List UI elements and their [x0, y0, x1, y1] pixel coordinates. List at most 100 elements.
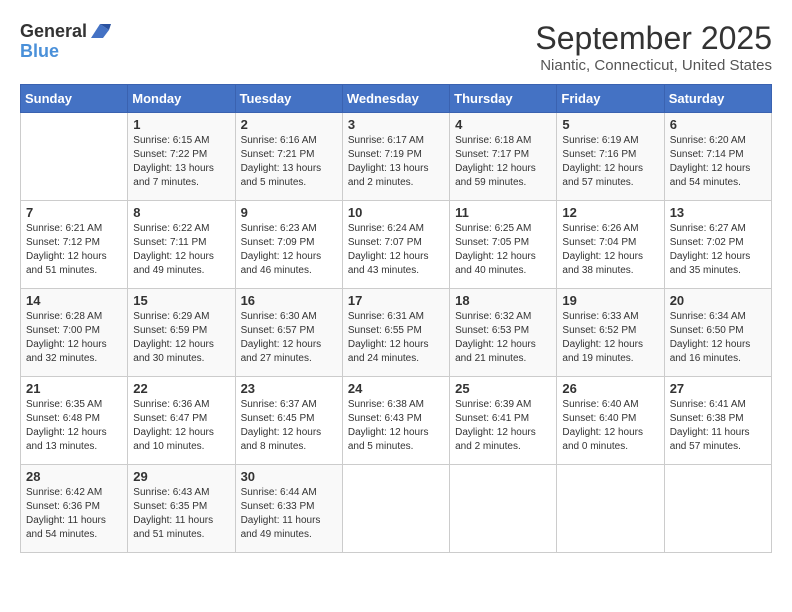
day-info: Sunrise: 6:21 AMSunset: 7:12 PMDaylight:… [26, 222, 122, 278]
day-number: 9 [241, 205, 337, 220]
day-info: Sunrise: 6:26 AMSunset: 7:04 PMDaylight:… [562, 222, 658, 278]
calendar-body: 1 Sunrise: 6:15 AMSunset: 7:22 PMDaylight… [21, 113, 772, 553]
day-number: 28 [26, 469, 122, 484]
day-info: Sunrise: 6:31 AMSunset: 6:55 PMDaylight:… [348, 310, 444, 366]
day-number: 24 [348, 381, 444, 396]
calendar-day-cell: 24 Sunrise: 6:38 AMSunset: 6:43 PMDayligh… [342, 377, 449, 465]
calendar-day-cell: 10 Sunrise: 6:24 AMSunset: 7:07 PMDayligh… [342, 201, 449, 289]
calendar-week-row: 28 Sunrise: 6:42 AMSunset: 6:36 PMDayligh… [21, 465, 772, 553]
day-number: 15 [133, 293, 229, 308]
day-info: Sunrise: 6:38 AMSunset: 6:43 PMDaylight:… [348, 398, 444, 454]
day-number: 29 [133, 469, 229, 484]
day-info: Sunrise: 6:35 AMSunset: 6:48 PMDaylight:… [26, 398, 122, 454]
day-number: 16 [241, 293, 337, 308]
day-info: Sunrise: 6:41 AMSunset: 6:38 PMDaylight:… [670, 398, 766, 454]
calendar-day-cell: 17 Sunrise: 6:31 AMSunset: 6:55 PMDayligh… [342, 289, 449, 377]
day-info: Sunrise: 6:28 AMSunset: 7:00 PMDaylight:… [26, 310, 122, 366]
day-of-week-header: Friday [557, 85, 664, 113]
calendar-day-cell: 13 Sunrise: 6:27 AMSunset: 7:02 PMDayligh… [664, 201, 771, 289]
day-of-week-header: Wednesday [342, 85, 449, 113]
day-number: 4 [455, 117, 551, 132]
day-number: 14 [26, 293, 122, 308]
day-number: 2 [241, 117, 337, 132]
day-number: 5 [562, 117, 658, 132]
calendar-day-cell: 25 Sunrise: 6:39 AMSunset: 6:41 PMDayligh… [450, 377, 557, 465]
calendar-day-cell [342, 465, 449, 553]
calendar-day-cell: 4 Sunrise: 6:18 AMSunset: 7:17 PMDaylight… [450, 113, 557, 201]
day-number: 22 [133, 381, 229, 396]
day-info: Sunrise: 6:32 AMSunset: 6:53 PMDaylight:… [455, 310, 551, 366]
logo-blue: Blue [20, 41, 59, 61]
day-number: 18 [455, 293, 551, 308]
calendar-header-row: SundayMondayTuesdayWednesdayThursdayFrid… [21, 85, 772, 113]
day-number: 7 [26, 205, 122, 220]
calendar-day-cell: 21 Sunrise: 6:35 AMSunset: 6:48 PMDayligh… [21, 377, 128, 465]
day-info: Sunrise: 6:20 AMSunset: 7:14 PMDaylight:… [670, 134, 766, 190]
day-info: Sunrise: 6:44 AMSunset: 6:33 PMDaylight:… [241, 486, 337, 542]
calendar-day-cell: 30 Sunrise: 6:44 AMSunset: 6:33 PMDayligh… [235, 465, 342, 553]
day-number: 10 [348, 205, 444, 220]
day-info: Sunrise: 6:39 AMSunset: 6:41 PMDaylight:… [455, 398, 551, 454]
calendar-day-cell [450, 465, 557, 553]
day-info: Sunrise: 6:24 AMSunset: 7:07 PMDaylight:… [348, 222, 444, 278]
calendar-week-row: 7 Sunrise: 6:21 AMSunset: 7:12 PMDaylight… [21, 201, 772, 289]
day-info: Sunrise: 6:29 AMSunset: 6:59 PMDaylight:… [133, 310, 229, 366]
day-of-week-header: Saturday [664, 85, 771, 113]
day-info: Sunrise: 6:43 AMSunset: 6:35 PMDaylight:… [133, 486, 229, 542]
calendar-day-cell: 9Sunrise: 6:23 AMSunset: 7:09 PMDaylight… [235, 201, 342, 289]
calendar-day-cell: 23Sunrise: 6:37 AMSunset: 6:45 PMDayligh… [235, 377, 342, 465]
calendar-day-cell: 5 Sunrise: 6:19 AMSunset: 7:16 PMDaylight… [557, 113, 664, 201]
calendar-day-cell: 19 Sunrise: 6:33 AMSunset: 6:52 PMDayligh… [557, 289, 664, 377]
day-info: Sunrise: 6:34 AMSunset: 6:50 PMDaylight:… [670, 310, 766, 366]
calendar-day-cell: 18 Sunrise: 6:32 AMSunset: 6:53 PMDayligh… [450, 289, 557, 377]
calendar-day-cell: 22Sunrise: 6:36 AMSunset: 6:47 PMDayligh… [128, 377, 235, 465]
month-title: September 2025 [535, 20, 772, 57]
day-number: 17 [348, 293, 444, 308]
day-number: 26 [562, 381, 658, 396]
day-info: Sunrise: 6:30 AMSunset: 6:57 PMDaylight:… [241, 310, 337, 366]
day-info: Sunrise: 6:15 AMSunset: 7:22 PMDaylight:… [133, 134, 229, 190]
calendar-day-cell: 12Sunrise: 6:26 AMSunset: 7:04 PMDayligh… [557, 201, 664, 289]
calendar-day-cell: 29 Sunrise: 6:43 AMSunset: 6:35 PMDayligh… [128, 465, 235, 553]
day-info: Sunrise: 6:22 AMSunset: 7:11 PMDaylight:… [133, 222, 229, 278]
day-of-week-header: Tuesday [235, 85, 342, 113]
day-info: Sunrise: 6:25 AMSunset: 7:05 PMDaylight:… [455, 222, 551, 278]
calendar-day-cell: 16 Sunrise: 6:30 AMSunset: 6:57 PMDayligh… [235, 289, 342, 377]
calendar-day-cell: 27 Sunrise: 6:41 AMSunset: 6:38 PMDayligh… [664, 377, 771, 465]
calendar-week-row: 1 Sunrise: 6:15 AMSunset: 7:22 PMDaylight… [21, 113, 772, 201]
calendar-day-cell [21, 113, 128, 201]
day-number: 1 [133, 117, 229, 132]
day-number: 25 [455, 381, 551, 396]
calendar-day-cell: 11 Sunrise: 6:25 AMSunset: 7:05 PMDayligh… [450, 201, 557, 289]
day-info: Sunrise: 6:16 AMSunset: 7:21 PMDaylight:… [241, 134, 337, 190]
day-number: 8 [133, 205, 229, 220]
day-info: Sunrise: 6:17 AMSunset: 7:19 PMDaylight:… [348, 134, 444, 190]
logo-general: General [20, 22, 87, 40]
day-number: 21 [26, 381, 122, 396]
logo-icon [89, 20, 111, 42]
day-number: 27 [670, 381, 766, 396]
title-block: September 2025 Niantic, Connecticut, Uni… [535, 20, 772, 74]
calendar-day-cell: 26Sunrise: 6:40 AMSunset: 6:40 PMDayligh… [557, 377, 664, 465]
day-number: 3 [348, 117, 444, 132]
calendar-day-cell: 6Sunrise: 6:20 AMSunset: 7:14 PMDaylight… [664, 113, 771, 201]
calendar-table: SundayMondayTuesdayWednesdayThursdayFrid… [20, 84, 772, 553]
day-number: 13 [670, 205, 766, 220]
day-number: 30 [241, 469, 337, 484]
day-info: Sunrise: 6:33 AMSunset: 6:52 PMDaylight:… [562, 310, 658, 366]
calendar-day-cell: 7 Sunrise: 6:21 AMSunset: 7:12 PMDaylight… [21, 201, 128, 289]
day-of-week-header: Thursday [450, 85, 557, 113]
day-number: 19 [562, 293, 658, 308]
day-info: Sunrise: 6:19 AMSunset: 7:16 PMDaylight:… [562, 134, 658, 190]
calendar-day-cell: 8 Sunrise: 6:22 AMSunset: 7:11 PMDaylight… [128, 201, 235, 289]
logo: General Blue [20, 20, 111, 62]
day-number: 11 [455, 205, 551, 220]
calendar-day-cell: 1 Sunrise: 6:15 AMSunset: 7:22 PMDaylight… [128, 113, 235, 201]
day-info: Sunrise: 6:42 AMSunset: 6:36 PMDaylight:… [26, 486, 122, 542]
page-header: General Blue September 2025 Niantic, Con… [20, 20, 772, 74]
day-info: Sunrise: 6:27 AMSunset: 7:02 PMDaylight:… [670, 222, 766, 278]
day-info: Sunrise: 6:18 AMSunset: 7:17 PMDaylight:… [455, 134, 551, 190]
calendar-day-cell: 3 Sunrise: 6:17 AMSunset: 7:19 PMDaylight… [342, 113, 449, 201]
day-number: 23 [241, 381, 337, 396]
calendar-day-cell: 28 Sunrise: 6:42 AMSunset: 6:36 PMDayligh… [21, 465, 128, 553]
